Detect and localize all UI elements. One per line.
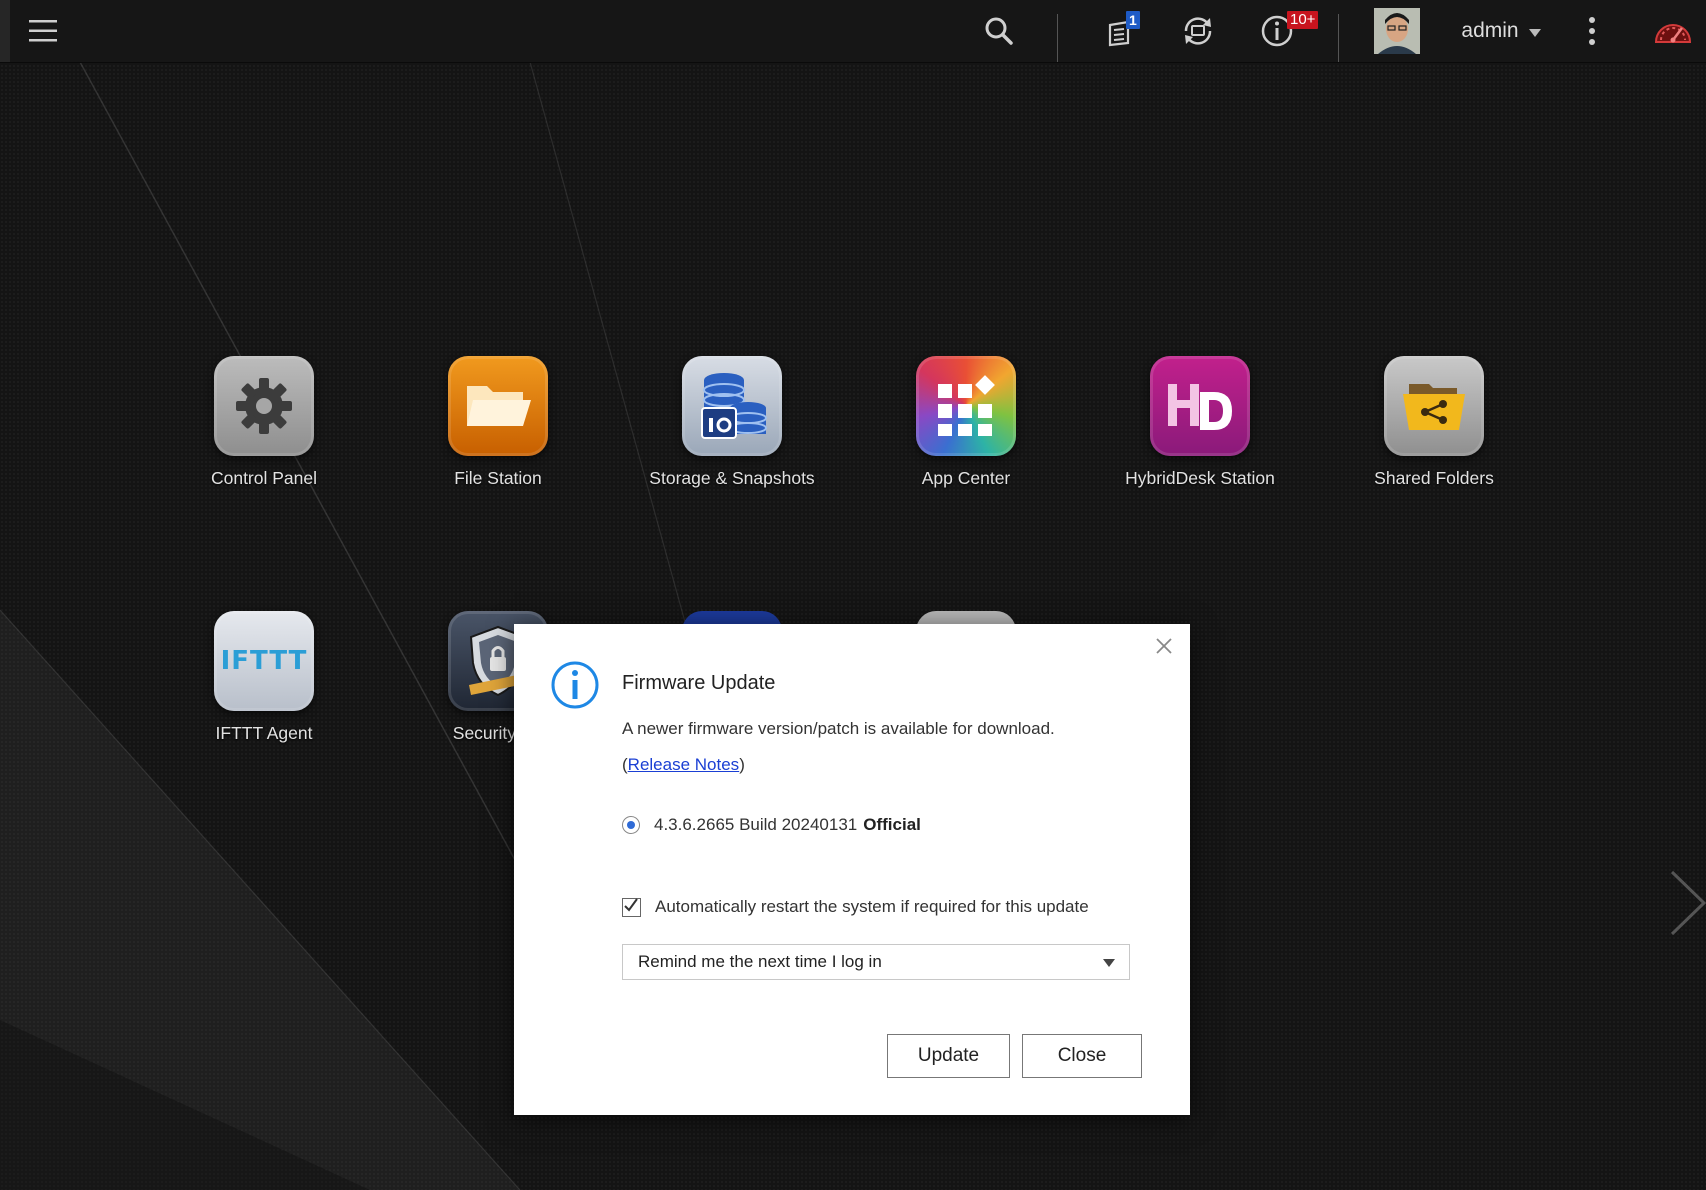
- paren-close: ): [739, 755, 745, 774]
- app-control-panel[interactable]: Control Panel: [164, 356, 364, 489]
- auto-restart-checkbox[interactable]: [622, 897, 641, 917]
- more-options-icon[interactable]: [1580, 0, 1604, 62]
- version-text: 4.3.6.2665 Build 20240131: [654, 815, 858, 834]
- auto-restart-label: Automatically restart the system if requ…: [655, 897, 1089, 916]
- auto-restart-option[interactable]: Automatically restart the system if requ…: [622, 897, 1089, 917]
- version-tag: Official: [863, 815, 921, 834]
- app-label: File Station: [454, 468, 542, 488]
- top-bar: 1 10+ admin: [0, 0, 1706, 63]
- chevron-down-icon: [1103, 959, 1115, 967]
- app-label: IFTTT Agent: [215, 723, 313, 743]
- app-hybriddesk-station[interactable]: HybridDesk Station: [1100, 356, 1300, 489]
- hybriddesk-icon: [1150, 356, 1250, 456]
- user-menu[interactable]: admin: [1446, 0, 1556, 62]
- app-shared-folders[interactable]: Shared Folders: [1334, 356, 1534, 489]
- close-icon[interactable]: [1154, 636, 1174, 661]
- storage-icon: [682, 356, 782, 456]
- dashboard-icon[interactable]: [1648, 0, 1698, 62]
- radio-selected-dot: [627, 821, 635, 829]
- chevron-down-icon: [1528, 28, 1541, 37]
- username: admin: [1461, 19, 1519, 42]
- version-radio[interactable]: [622, 816, 640, 834]
- app-app-center[interactable]: App Center: [866, 356, 1066, 489]
- ifttt-icon: IFTTT: [214, 611, 314, 711]
- close-button[interactable]: Close: [1022, 1034, 1142, 1078]
- chevron-right-icon[interactable]: [1668, 870, 1706, 941]
- app-label: App Center: [921, 468, 1011, 488]
- dialog-title: Firmware Update: [622, 672, 776, 694]
- search-icon[interactable]: [980, 0, 1018, 62]
- firmware-update-dialog: Firmware Update A newer firmware version…: [514, 624, 1190, 1115]
- task-count-badge: 1: [1126, 11, 1140, 29]
- update-button[interactable]: Update: [887, 1034, 1010, 1078]
- app-label: Storage & Snapshots: [649, 468, 815, 488]
- release-notes-link[interactable]: Release Notes: [628, 755, 740, 774]
- event-notifications-icon[interactable]: 10+: [1255, 0, 1319, 62]
- toolbar-divider: [1057, 14, 1058, 62]
- menu-icon[interactable]: [24, 0, 62, 62]
- remind-select[interactable]: Remind me the next time I log in: [622, 944, 1130, 980]
- toolbar-divider-2: [1338, 14, 1339, 62]
- app-grid-icon: [916, 356, 1016, 456]
- ifttt-logo-text: IFTTT: [220, 646, 308, 676]
- remind-selected-value: Remind me the next time I log in: [638, 952, 882, 971]
- background-tasks-icon[interactable]: 1: [1100, 0, 1144, 62]
- avatar[interactable]: [1374, 0, 1420, 62]
- notification-count-badge: 10+: [1287, 11, 1319, 29]
- app-label: Control Panel: [210, 468, 318, 488]
- info-icon: [550, 660, 600, 715]
- app-storage-snapshots[interactable]: Storage & Snapshots: [632, 356, 832, 489]
- dialog-message: A newer firmware version/patch is availa…: [622, 719, 1055, 738]
- app-file-station[interactable]: File Station: [398, 356, 598, 489]
- app-label: Shared Folders: [1374, 468, 1494, 488]
- app-label: HybridDesk Station: [1125, 468, 1275, 488]
- app-ifttt-agent[interactable]: IFTTT IFTTT Agent: [164, 611, 364, 744]
- release-notes-line: (Release Notes): [622, 755, 745, 775]
- folder-icon: [448, 356, 548, 456]
- shared-folder-icon: [1384, 356, 1484, 456]
- sync-icon[interactable]: [1176, 0, 1220, 62]
- left-edge: [0, 0, 10, 62]
- gear-icon: [214, 356, 314, 456]
- firmware-version-option[interactable]: 4.3.6.2665 Build 20240131 Official: [622, 815, 921, 835]
